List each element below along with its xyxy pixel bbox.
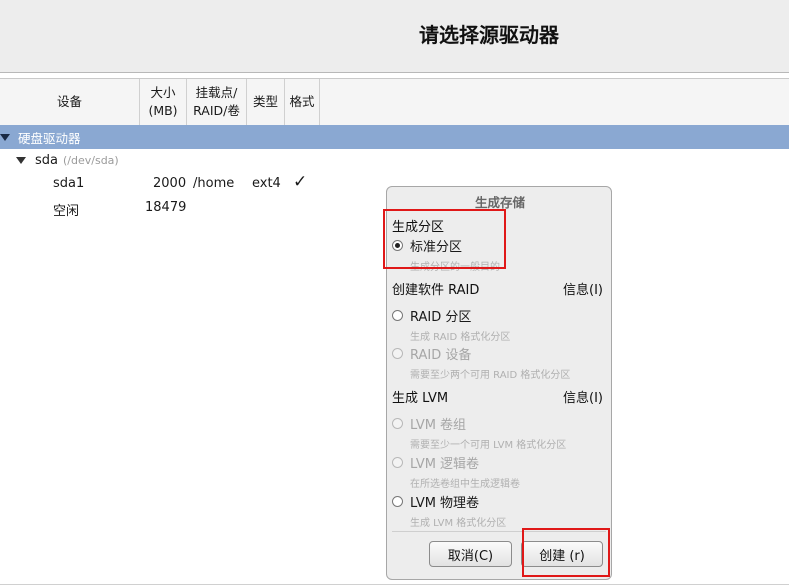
tree-group-hard-drives[interactable]: 硬盘驱动器	[0, 125, 789, 149]
partition-size: 18479	[145, 200, 187, 215]
bottom-divider	[0, 584, 789, 585]
partition-size: 2000	[153, 176, 187, 191]
column-size-line1: 大小	[150, 85, 176, 100]
expand-triangle-icon[interactable]	[16, 157, 26, 164]
highlight-box-partition	[383, 209, 506, 269]
column-header-device[interactable]: 设备	[0, 79, 140, 125]
radio-disabled-icon[interactable]	[392, 348, 403, 359]
option-label: RAID 设备	[410, 348, 472, 363]
info-raid-button[interactable]: 信息(I)	[563, 279, 603, 298]
partition-device: sda1	[53, 176, 85, 191]
option-description: 生成 LVM 格式化分区	[410, 518, 507, 529]
column-size-line2: (MB)	[148, 103, 178, 118]
column-mount-label: 挂载点/ RAID/卷	[193, 84, 240, 120]
partition-device: 空闲	[53, 204, 80, 219]
column-header-size[interactable]: 大小 (MB)	[140, 79, 187, 125]
disk-path: (/dev/sda)	[63, 154, 119, 167]
cancel-button[interactable]: 取消(C)	[429, 541, 512, 567]
option-description: 在所选卷组中生成逻辑卷	[410, 479, 520, 490]
option-label: LVM 物理卷	[410, 496, 480, 511]
table-header: 设备 大小 (MB) 挂载点/ RAID/卷 类型 格式	[0, 78, 789, 126]
tree-disk-sda[interactable]: sda (/dev/sda)	[16, 153, 119, 168]
radio-lvm-logical-volume[interactable]: LVM 逻辑卷	[392, 453, 479, 472]
highlight-box-create	[522, 528, 610, 577]
partition-type: ext4	[252, 176, 281, 191]
column-size-label: 大小 (MB)	[148, 84, 177, 120]
column-device-label: 设备	[56, 94, 82, 109]
column-format-label: 格式	[289, 94, 315, 109]
group-label: 硬盘驱动器	[18, 130, 81, 146]
option-label: LVM 逻辑卷	[410, 457, 480, 472]
radio-unselected-icon[interactable]	[392, 310, 403, 321]
format-check-icon: ✓	[293, 172, 308, 192]
page-title: 请选择源驱动器	[419, 23, 559, 47]
column-header-format[interactable]: 格式	[285, 79, 320, 125]
option-description: 生成 RAID 格式化分区	[410, 332, 511, 343]
radio-unselected-icon[interactable]	[392, 496, 403, 507]
column-header-type[interactable]: 类型	[247, 79, 285, 125]
column-header-mount[interactable]: 挂载点/ RAID/卷	[187, 79, 247, 125]
radio-disabled-icon[interactable]	[392, 457, 403, 468]
info-lvm-button[interactable]: 信息(I)	[563, 387, 603, 406]
section-create-raid: 创建软件 RAID	[392, 283, 480, 298]
partition-mount: /home	[193, 176, 235, 191]
section-create-lvm: 生成 LVM	[392, 391, 449, 406]
option-description: 需要至少一个可用 LVM 格式化分区	[410, 440, 567, 451]
column-type-label: 类型	[252, 94, 278, 109]
option-label: LVM 卷组	[410, 418, 467, 433]
option-description: 需要至少两个可用 RAID 格式化分区	[410, 370, 571, 381]
disk-name: sda	[35, 153, 58, 168]
option-label: RAID 分区	[410, 310, 472, 325]
radio-raid-partition[interactable]: RAID 分区	[392, 306, 471, 325]
expand-triangle-icon[interactable]	[0, 133, 10, 141]
radio-lvm-physical-volume[interactable]: LVM 物理卷	[392, 492, 479, 511]
radio-raid-device[interactable]: RAID 设备	[392, 344, 471, 363]
title-bar: 请选择源驱动器	[0, 0, 789, 73]
radio-lvm-volume-group[interactable]: LVM 卷组	[392, 414, 466, 433]
column-mount-line1: 挂载点/	[195, 85, 238, 100]
radio-disabled-icon[interactable]	[392, 418, 403, 429]
column-mount-line2: RAID/卷	[193, 103, 240, 118]
